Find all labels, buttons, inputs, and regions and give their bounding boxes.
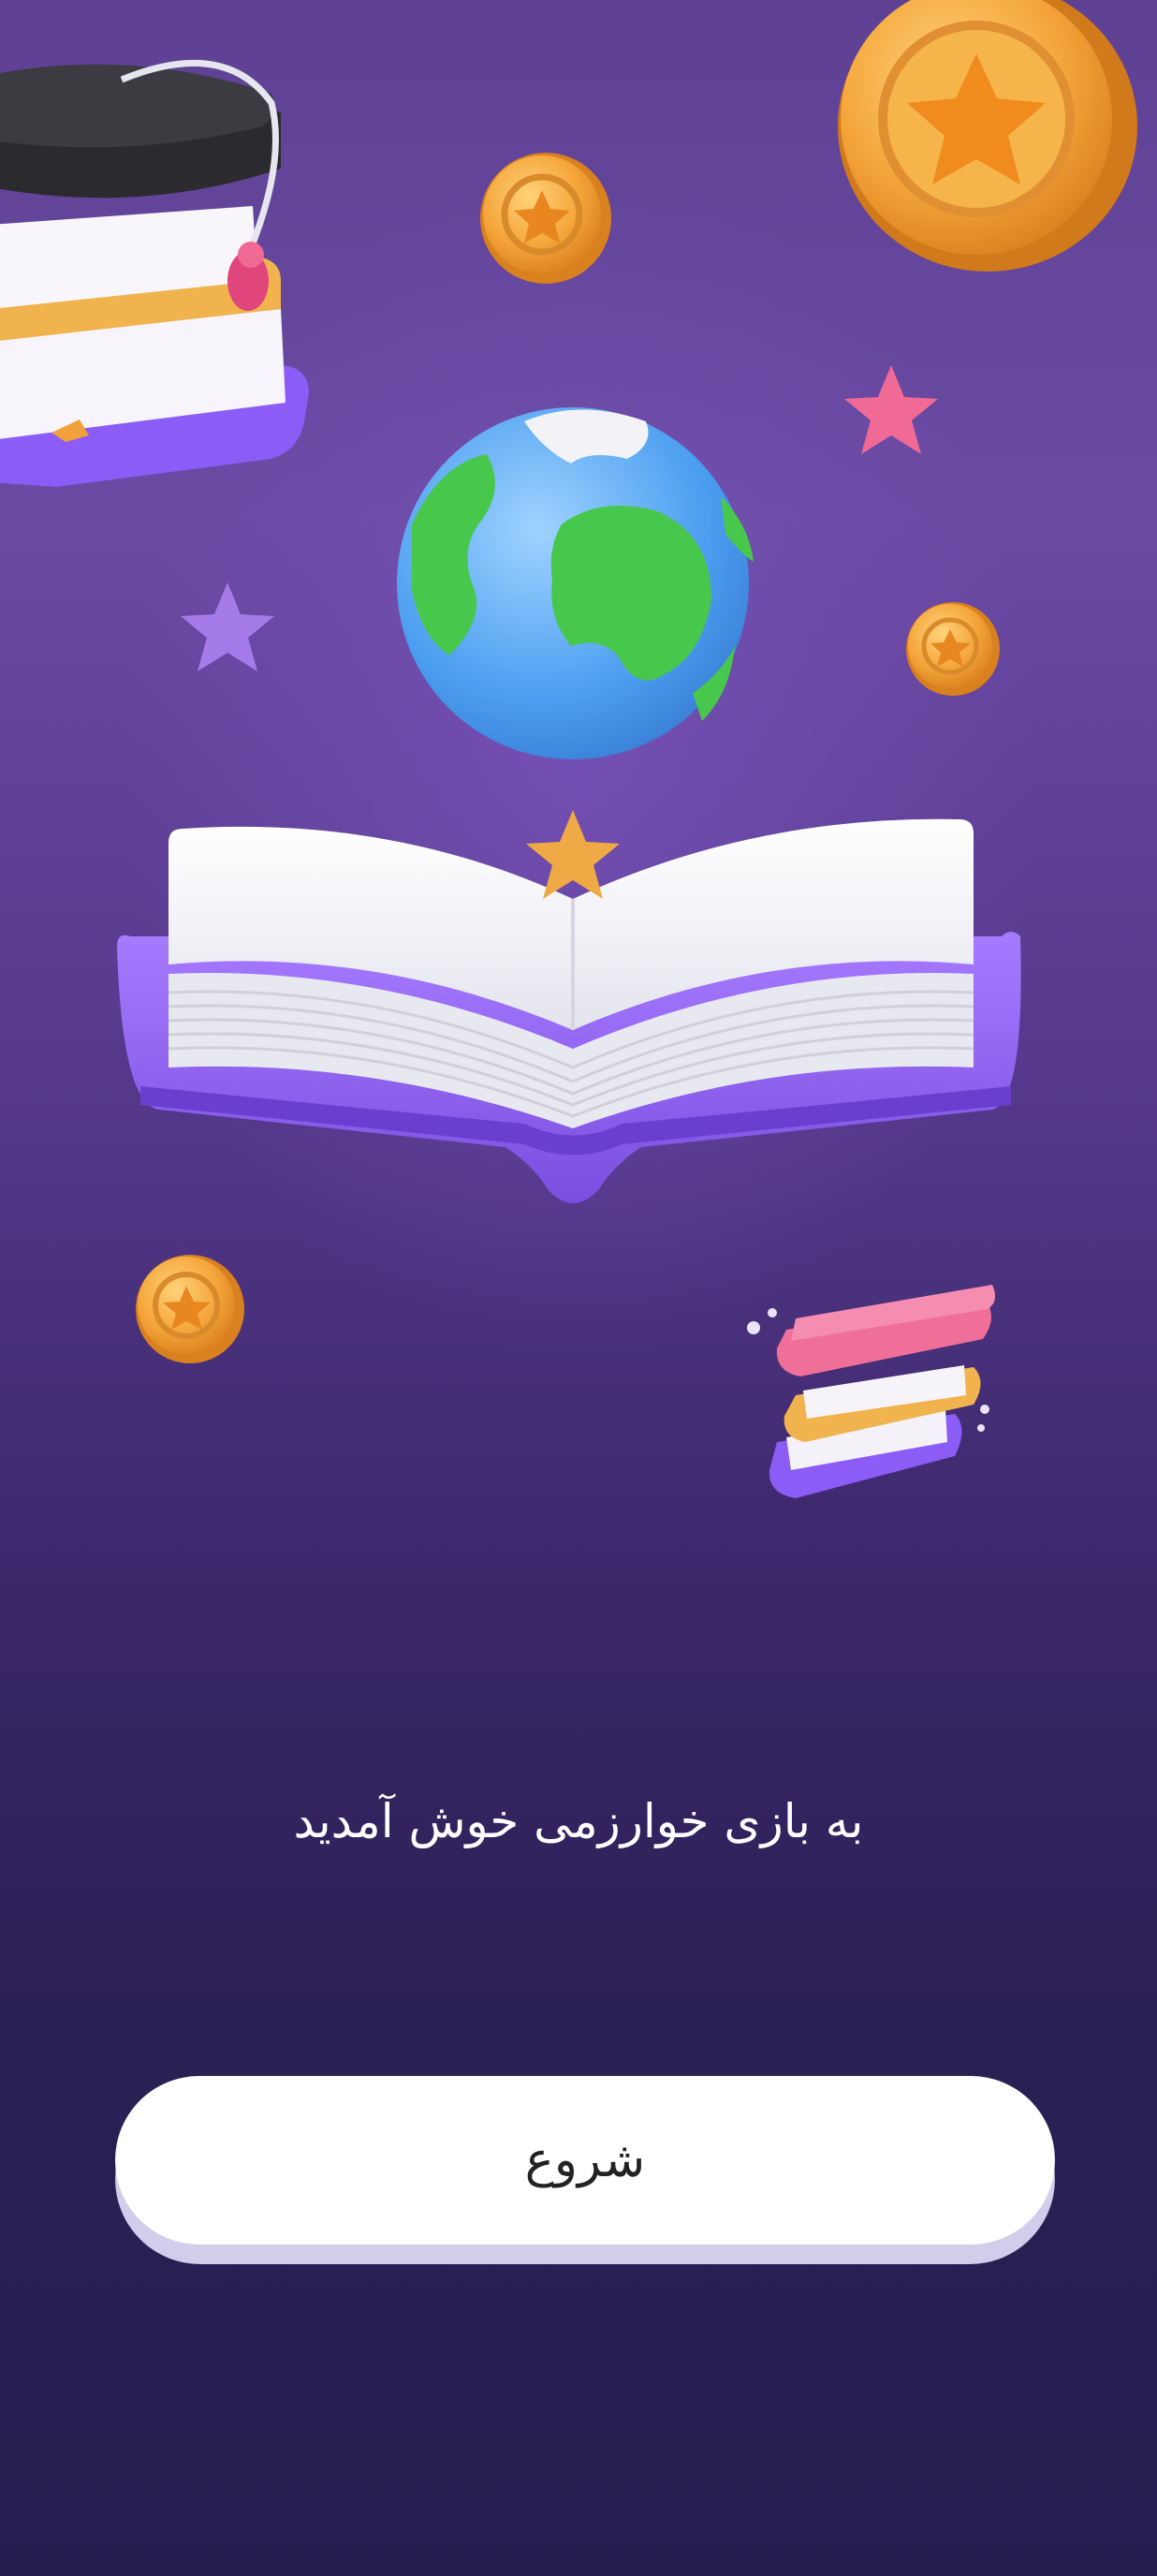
globe-icon [397,407,754,759]
start-button[interactable]: شروع [115,2076,1055,2245]
coin-icon [136,1255,244,1363]
star-icon [844,365,938,454]
coin-icon [838,0,1137,272]
coin-icon [906,602,1000,696]
welcome-text: به بازی خوارزمی خوش آمدید [293,1794,864,1848]
graduation-cap-books-icon [0,60,309,487]
star-icon [181,582,274,671]
hero-illustration [0,0,1137,1498]
coin-icon [480,153,611,284]
book-stack-icon [747,1285,996,1498]
